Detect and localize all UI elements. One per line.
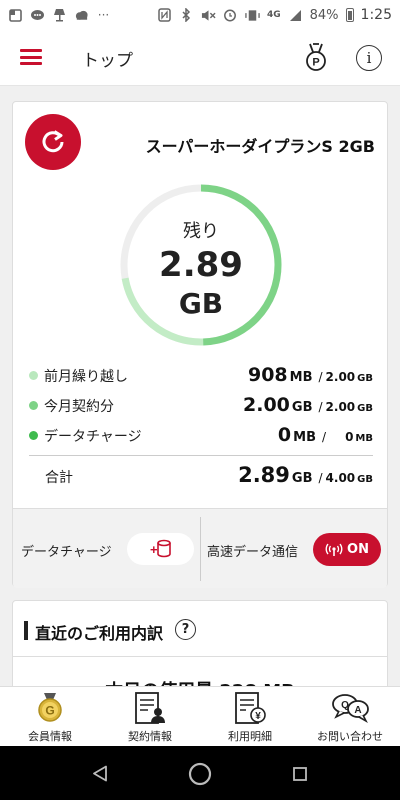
breakdown-value: 908 xyxy=(247,364,288,386)
recent-usage-divider xyxy=(13,656,387,657)
high-speed-state: ON xyxy=(347,542,369,557)
nav-contract-info[interactable]: 契約情報 xyxy=(100,687,200,747)
notification-icons: ··· xyxy=(8,8,111,22)
contract-dot xyxy=(29,401,38,410)
more-notifications-icon: ··· xyxy=(97,8,110,22)
system-icons: 4G 84% 1:25 xyxy=(157,7,392,23)
recent-apps-icon[interactable] xyxy=(293,767,307,781)
mute-icon xyxy=(201,8,216,22)
nav-label: 会員情報 xyxy=(28,730,72,743)
weather-cloud-icon xyxy=(74,8,89,22)
chat-bubble-icon xyxy=(30,8,45,22)
antenna-signal-icon xyxy=(325,543,343,556)
breakdown-row-charge: データチャージ 0 MB / 0 MB xyxy=(29,424,373,448)
member-medal-icon: G xyxy=(38,693,62,722)
plan-name: スーパーホーダイプランS 2GB xyxy=(145,137,375,156)
nfc-icon xyxy=(157,8,172,22)
system-navigation-bar xyxy=(0,746,400,800)
breakdown-unit: GB xyxy=(291,400,313,415)
alarm-icon xyxy=(223,8,238,22)
breakdown-cap: 0 xyxy=(345,430,354,444)
recent-usage-title: 直近のご利用内訳 xyxy=(35,624,164,643)
svg-text:A: A xyxy=(354,705,361,716)
breakdown-cap-unit: MB xyxy=(355,433,373,444)
gauge-unit: GB xyxy=(178,287,224,320)
nav-contact[interactable]: Q A お問い合わせ xyxy=(300,687,400,747)
hamburger-menu-icon[interactable] xyxy=(20,49,42,65)
data-usage-card: スーパーホーダイプランS 2GB 残り 2.89 GB 前月繰り越し 908 M… xyxy=(12,101,388,588)
nav-billing-statement[interactable]: ¥ 利用明細 xyxy=(200,687,300,747)
page-title: トップ xyxy=(82,51,133,71)
svg-text:P: P xyxy=(312,57,319,69)
breakdown-label: データチャージ xyxy=(44,429,142,445)
high-speed-label: 高速データ通信 xyxy=(207,545,299,560)
data-charge-button[interactable]: + xyxy=(127,533,194,565)
battery-icon xyxy=(345,8,354,22)
vibrate-icon xyxy=(245,8,260,22)
breakdown-unit: MB xyxy=(289,370,313,385)
refresh-button[interactable] xyxy=(25,114,81,170)
svg-text:¥: ¥ xyxy=(255,711,261,722)
section-title-accent xyxy=(24,621,28,640)
data-charge-label: データチャージ xyxy=(21,545,112,560)
clock: 1:25 xyxy=(360,7,392,23)
gauge-label: 残り xyxy=(183,221,219,242)
charge-dot xyxy=(29,431,38,440)
svg-text:+: + xyxy=(150,542,158,557)
breakdown-cap-unit: GB xyxy=(357,403,373,414)
qa-chat-icon: Q A xyxy=(332,694,369,724)
breakdown-cap: 2.00 xyxy=(325,370,356,384)
battery-percent: 84% xyxy=(309,7,339,23)
signal-strength-icon xyxy=(288,8,303,22)
nav-member-info[interactable]: G 会員情報 xyxy=(0,687,100,747)
total-row: 合計 2.89 GB / 4.00 GB xyxy=(29,463,373,493)
svg-text:G: G xyxy=(45,704,54,718)
info-icon[interactable]: i xyxy=(356,45,382,71)
data-controls-strip: データチャージ + 高速データ通信 ON xyxy=(13,508,387,588)
status-bar: ··· 4G 84% 1:25 xyxy=(0,0,400,30)
nav-label: お問い合わせ xyxy=(317,730,383,743)
breakdown-cap-unit: GB xyxy=(357,373,373,384)
total-cap: 4.00 xyxy=(325,471,356,485)
nav-label: 契約情報 xyxy=(128,730,172,743)
breakdown-unit: MB xyxy=(293,430,317,445)
bottom-navigation: G 会員情報 契約情報 ¥ 利用明細 Q A お問い合わせ xyxy=(0,686,400,746)
breakdown-cap: 2.00 xyxy=(325,400,356,414)
add-data-cylinder-icon: + xyxy=(150,539,171,558)
lamp-icon xyxy=(52,8,67,22)
total-unit: GB xyxy=(291,471,313,486)
high-speed-toggle[interactable]: ON xyxy=(313,533,381,566)
carryover-dot xyxy=(29,371,38,380)
total-divider xyxy=(29,455,373,456)
nav-label: 利用明細 xyxy=(228,730,272,743)
network-type-label: 4G xyxy=(266,10,281,20)
breakdown-row-contract: 今月契約分 2.00 GB / 2.00 GB xyxy=(29,394,373,418)
app-header: トップ P i xyxy=(0,30,400,86)
home-icon[interactable] xyxy=(188,762,212,786)
breakdown-label: 今月契約分 xyxy=(44,399,114,415)
total-value: 2.89 xyxy=(238,463,290,487)
help-icon[interactable]: ? xyxy=(175,619,196,640)
billing-statement-icon: ¥ xyxy=(235,692,266,724)
notification-app-icon xyxy=(8,8,23,22)
recent-usage-card: 直近のご利用内訳 ? 本日の使用量 228 MB xyxy=(12,600,388,702)
contract-document-icon xyxy=(135,692,165,724)
point-medal-icon[interactable]: P xyxy=(302,43,330,73)
total-cap-unit: GB xyxy=(357,474,373,485)
refresh-icon xyxy=(42,130,64,153)
breakdown-value: 0 xyxy=(277,424,292,446)
bluetooth-icon xyxy=(179,8,194,22)
breakdown-value: 2.00 xyxy=(243,394,290,416)
breakdown-row-carryover: 前月繰り越し 908 MB / 2.00 GB xyxy=(29,364,373,388)
total-label: 合計 xyxy=(45,470,73,486)
gauge-value: 2.89 xyxy=(159,245,243,285)
breakdown-label: 前月繰り越し xyxy=(44,369,128,385)
controls-divider xyxy=(200,517,201,581)
back-icon[interactable] xyxy=(92,765,108,782)
